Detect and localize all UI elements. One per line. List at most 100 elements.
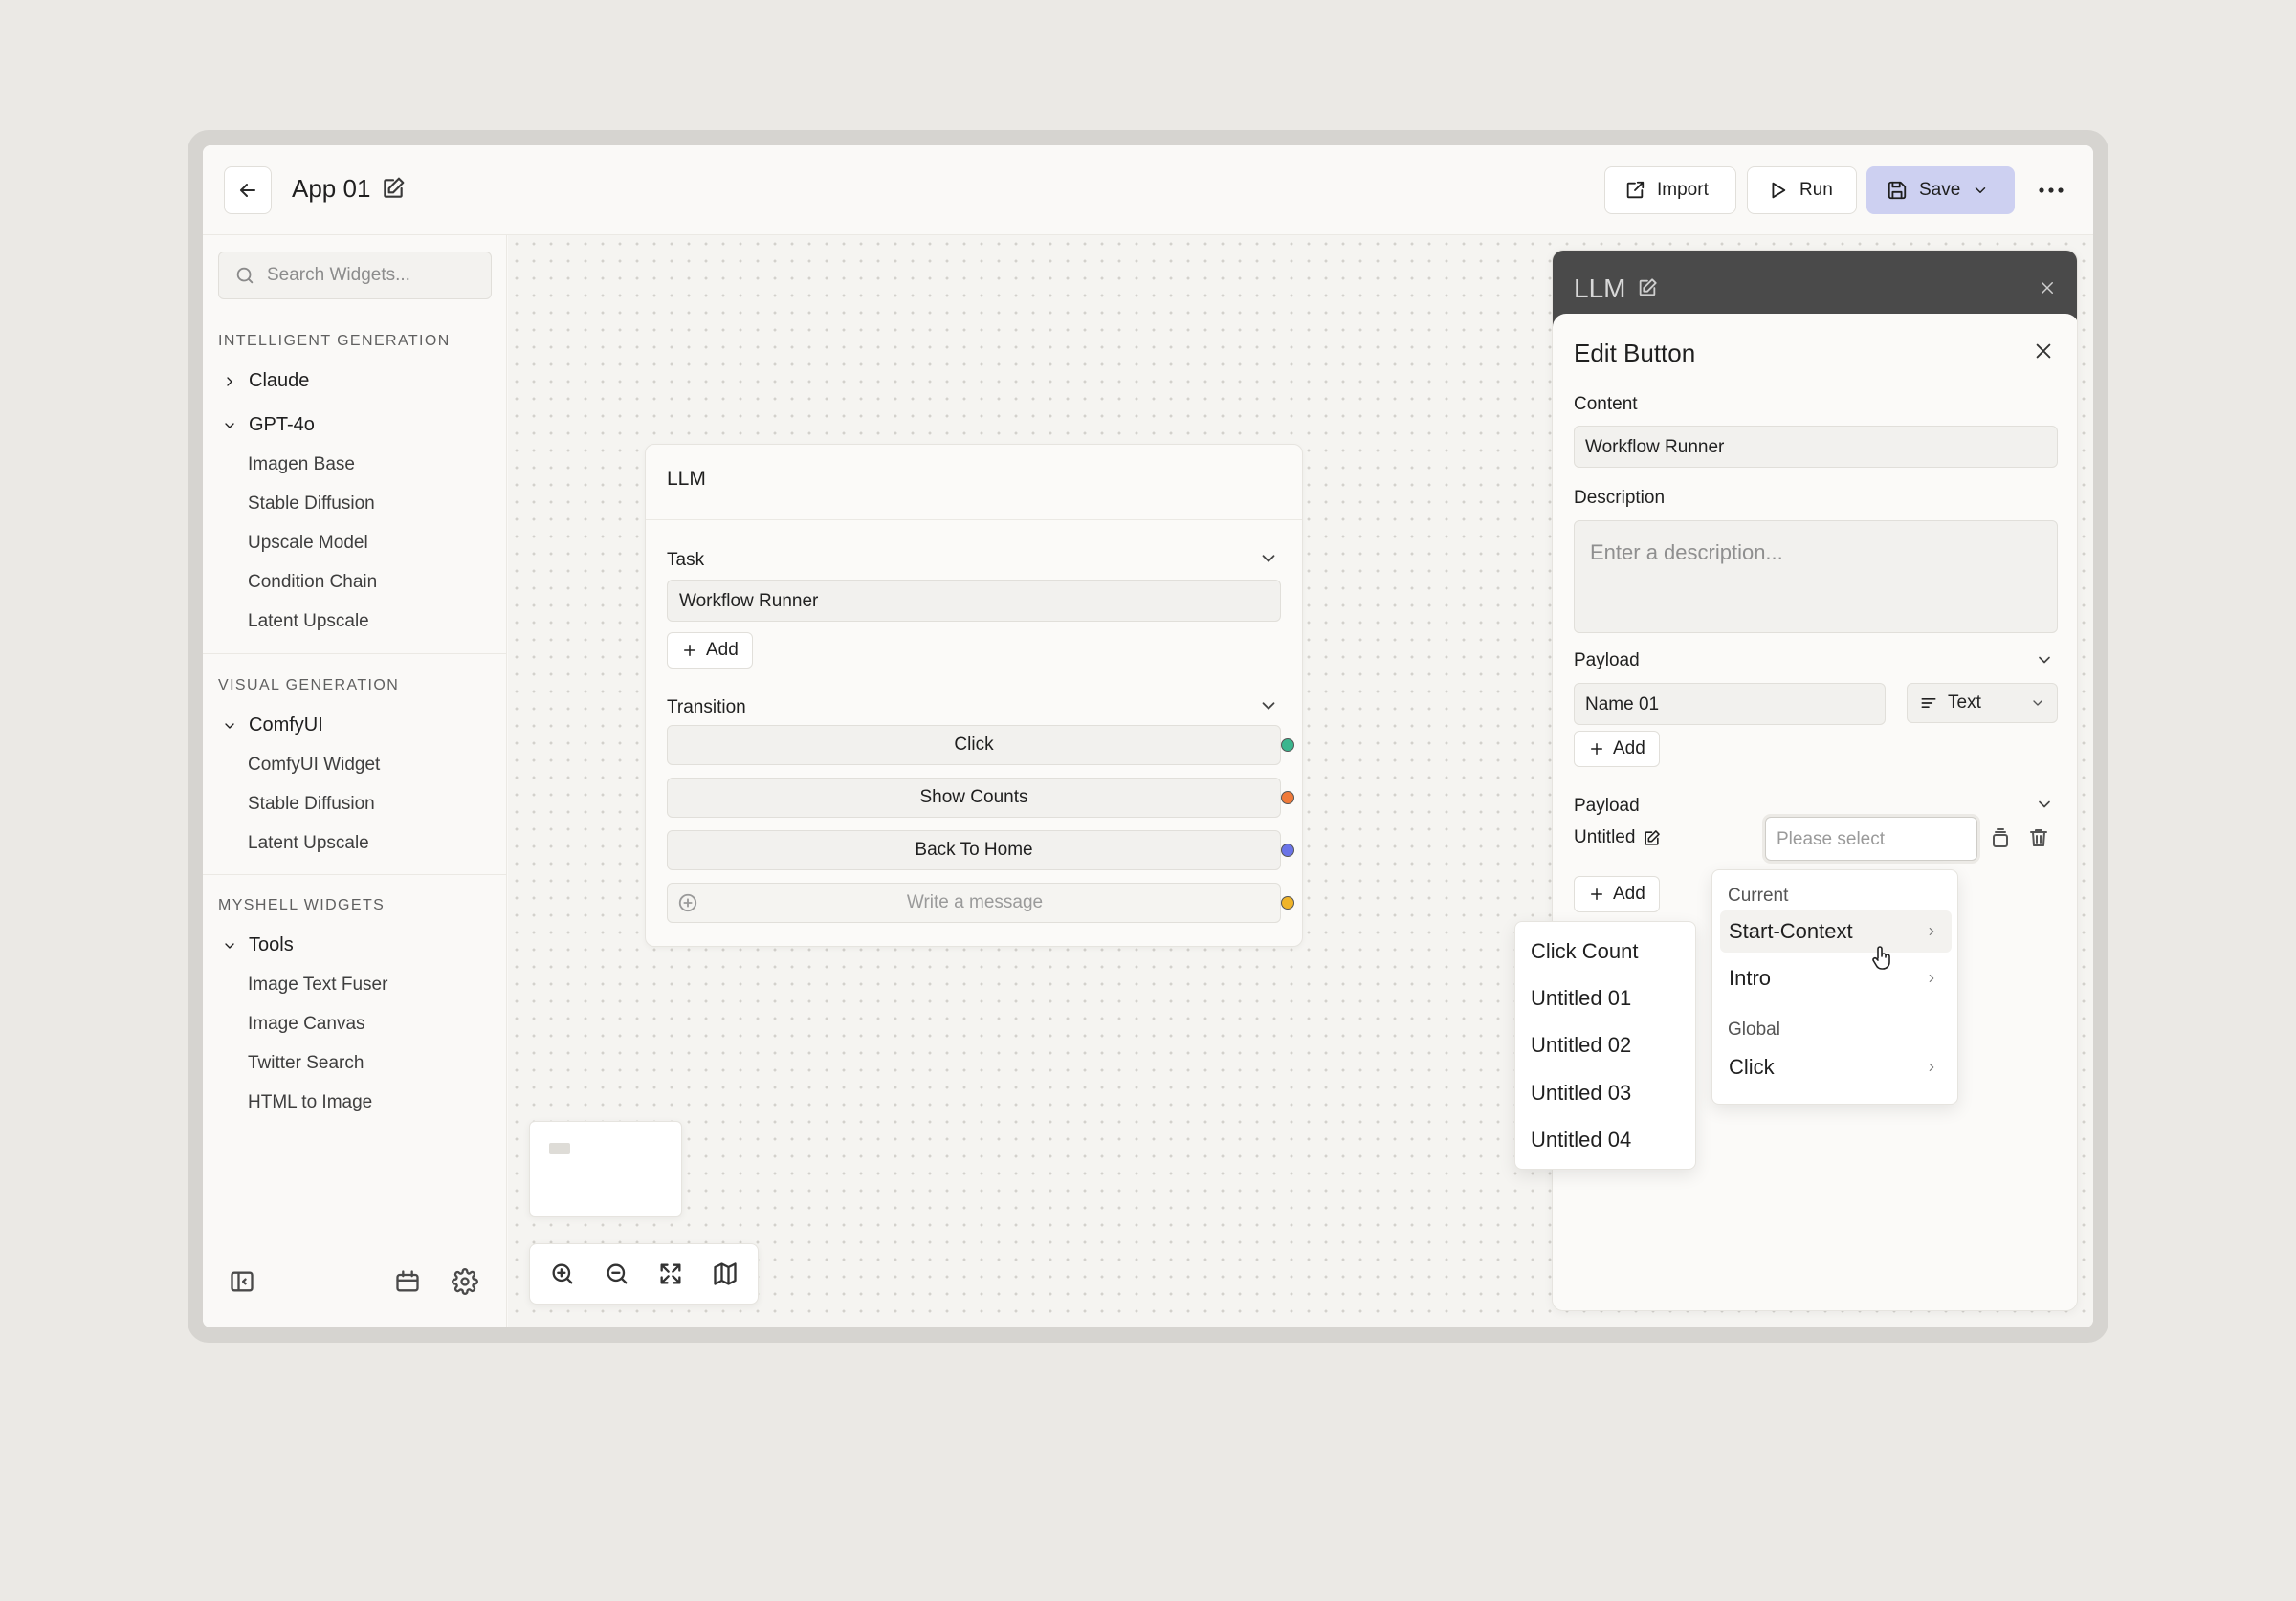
transition-button-click[interactable]: Click xyxy=(667,725,1281,765)
import-button[interactable]: Import xyxy=(1604,166,1736,214)
edit-icon[interactable] xyxy=(1643,829,1661,847)
transition-collapse-chevron-icon[interactable] xyxy=(1258,695,1279,716)
zoom-out-icon[interactable] xyxy=(604,1261,630,1287)
widget-item[interactable]: Latent Upscale xyxy=(248,611,369,632)
more-horizontal-icon xyxy=(2039,187,2064,193)
task-field[interactable]: Workflow Runner xyxy=(667,580,1281,622)
widget-item[interactable]: Image Canvas xyxy=(248,1014,365,1035)
widget-item[interactable]: Upscale Model xyxy=(248,533,368,554)
tree-group-label: Tools xyxy=(249,934,294,955)
transition-label: Transition xyxy=(667,697,746,717)
description-textarea[interactable]: Enter a description... xyxy=(1574,520,2058,633)
menu-item-label: Intro xyxy=(1729,966,1772,990)
add-payload-button[interactable]: Add xyxy=(1574,876,1660,912)
widget-item[interactable]: Condition Chain xyxy=(248,572,377,593)
settings-gear-icon[interactable] xyxy=(452,1268,478,1295)
widget-item[interactable]: Imagen Base xyxy=(248,454,355,475)
menu-item-intro[interactable]: Intro xyxy=(1720,957,1952,999)
map-icon[interactable] xyxy=(712,1261,739,1287)
section-header-intelligent: INTELLIGENT GENERATION xyxy=(218,333,451,349)
minimap[interactable] xyxy=(529,1121,682,1217)
close-icon[interactable] xyxy=(2033,340,2054,362)
zoom-in-icon[interactable] xyxy=(549,1261,576,1287)
zoom-toolbar xyxy=(529,1243,759,1305)
widget-item[interactable]: ComfyUI Widget xyxy=(248,755,380,776)
tree-group-claude[interactable]: Claude xyxy=(222,370,309,392)
transition-button-show-counts[interactable]: Show Counts xyxy=(667,778,1281,818)
tree-group-label: Claude xyxy=(249,370,310,391)
menu-item-label: Start-Context xyxy=(1729,919,1853,943)
chevron-down-icon xyxy=(2033,700,2042,706)
widget-item[interactable]: Stable Diffusion xyxy=(248,794,375,815)
add-task-button[interactable]: Add xyxy=(667,632,753,669)
calendar-icon[interactable] xyxy=(394,1268,421,1295)
tree-group-comfyui[interactable]: ComfyUI xyxy=(222,714,323,736)
close-icon[interactable] xyxy=(2039,279,2056,296)
widget-item[interactable]: Latent Upscale xyxy=(248,833,369,854)
tree-group-label: ComfyUI xyxy=(249,714,323,735)
content-field[interactable]: Workflow Runner xyxy=(1574,426,2058,468)
plus-icon xyxy=(1591,888,1602,900)
connector-dot-back-to-home[interactable] xyxy=(1281,844,1294,857)
chevron-down-icon xyxy=(225,942,234,949)
arrow-left-icon xyxy=(240,184,255,197)
payload-label: Payload xyxy=(1574,796,1640,816)
search-box[interactable] xyxy=(218,252,492,299)
payload-item-name: Untitled xyxy=(1574,827,1636,847)
more-options-button[interactable] xyxy=(2032,174,2070,207)
import-label: Import xyxy=(1657,180,1709,200)
content-label: Content xyxy=(1574,394,1638,414)
play-icon xyxy=(1772,182,1786,199)
menu-item-start-context[interactable]: Start-Context xyxy=(1720,910,1952,953)
connector-dot-message[interactable] xyxy=(1281,896,1294,910)
edit-title-icon[interactable] xyxy=(381,176,406,201)
payload-collapse-chevron-icon[interactable] xyxy=(2035,650,2054,669)
submenu-item[interactable]: Untitled 03 xyxy=(1531,1081,1631,1106)
edit-icon[interactable] xyxy=(1637,277,1658,298)
panel-title: Edit Button xyxy=(1574,339,1696,367)
submenu-item[interactable]: Untitled 01 xyxy=(1531,986,1631,1011)
plus-icon xyxy=(1591,743,1602,755)
llm-node[interactable]: LLM Task Workflow Runner Add Transition … xyxy=(645,444,1303,947)
submenu-item[interactable]: Click Count xyxy=(1531,939,1638,964)
add-payload-button[interactable]: Add xyxy=(1574,731,1660,767)
payload-type-value: Text xyxy=(1948,692,1981,713)
payload-type-select[interactable]: Text xyxy=(1907,683,2058,723)
task-collapse-chevron-icon[interactable] xyxy=(1258,548,1279,569)
search-input[interactable] xyxy=(267,265,487,286)
copy-icon[interactable] xyxy=(1989,826,2012,849)
widget-item[interactable]: Image Text Fuser xyxy=(248,975,387,996)
plus-circle-icon[interactable] xyxy=(677,892,698,913)
connector-dot-click[interactable] xyxy=(1281,738,1294,752)
transition-button-back-to-home[interactable]: Back To Home xyxy=(667,830,1281,870)
payload-name-field[interactable]: Name 01 xyxy=(1574,683,1886,725)
menu-item-click[interactable]: Click xyxy=(1720,1046,1952,1088)
section-divider xyxy=(203,653,507,654)
menu-item-label: Click xyxy=(1729,1055,1775,1079)
message-placeholder: Write a message xyxy=(906,892,1044,912)
back-button[interactable] xyxy=(224,166,272,214)
fit-view-icon[interactable] xyxy=(657,1261,684,1287)
widget-item[interactable]: HTML to Image xyxy=(248,1092,372,1113)
tree-group-tools[interactable]: Tools xyxy=(222,934,294,956)
variable-select[interactable]: Please select xyxy=(1765,817,1977,861)
message-input[interactable]: Write a message xyxy=(667,883,1281,923)
description-label: Description xyxy=(1574,488,1666,508)
collapse-sidebar-icon[interactable] xyxy=(229,1268,255,1295)
submenu-item[interactable]: Untitled 02 xyxy=(1531,1033,1631,1058)
chevron-down-icon xyxy=(1976,187,1986,193)
payload-collapse-chevron-icon[interactable] xyxy=(2035,795,2054,814)
run-button[interactable]: Run xyxy=(1747,166,1857,214)
search-icon xyxy=(236,267,254,284)
chevron-right-icon xyxy=(1929,1063,1934,1072)
widget-item[interactable]: Stable Diffusion xyxy=(248,493,375,515)
widget-item[interactable]: Twitter Search xyxy=(248,1053,364,1074)
connector-dot-show-counts[interactable] xyxy=(1281,791,1294,804)
save-button[interactable]: Save xyxy=(1866,166,2015,214)
node-divider xyxy=(646,519,1302,520)
trash-icon[interactable] xyxy=(2027,826,2050,849)
tree-group-gpt4o[interactable]: GPT-4o xyxy=(222,414,315,436)
section-divider xyxy=(203,874,507,875)
submenu-item[interactable]: Untitled 04 xyxy=(1531,1128,1631,1152)
payload-label: Payload xyxy=(1574,650,1640,670)
